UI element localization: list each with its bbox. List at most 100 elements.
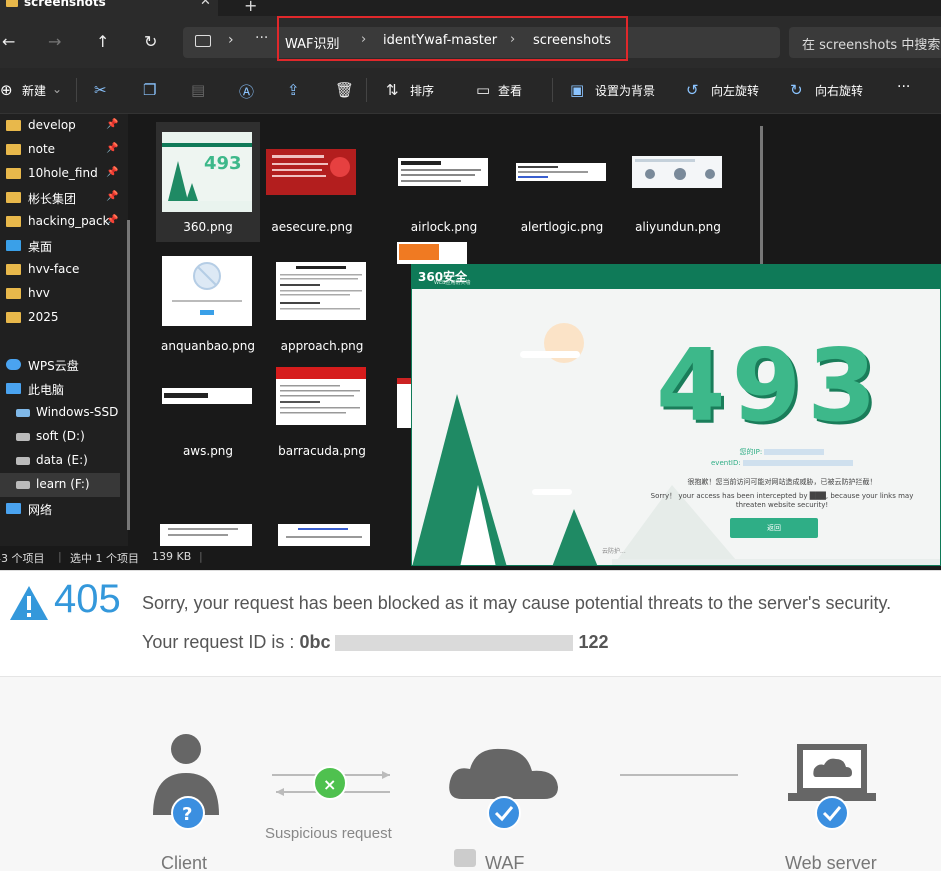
file-name: aesecure.png <box>271 220 353 234</box>
chevron-down-icon[interactable]: ⌄ <box>52 82 62 96</box>
drive-icon <box>16 409 30 417</box>
cloud-icon <box>6 359 21 370</box>
sort-icon[interactable]: ⇅ <box>386 81 399 99</box>
warning-icon <box>10 586 48 620</box>
image-thumbnail <box>162 251 252 331</box>
back-button[interactable]: 返回 <box>730 518 818 538</box>
sidebar-item-label: soft (D:) <box>36 429 85 443</box>
sidebar-item-desktop[interactable]: 桌面 <box>0 234 128 258</box>
new-button[interactable]: 新建 <box>22 82 46 99</box>
file-item[interactable]: aliyundun.png <box>626 122 730 242</box>
redacted-value <box>335 635 574 652</box>
sidebar-item-data-e[interactable]: data (E:) <box>0 449 128 473</box>
file-item[interactable]: barracuda.png <box>270 346 374 466</box>
rotate-left-icon[interactable]: ↺ <box>686 81 699 99</box>
set-background-button[interactable]: 设置为背景 <box>595 82 655 99</box>
close-tab-button[interactable]: ✕ <box>200 0 211 9</box>
sidebar-item-label: note <box>28 142 56 156</box>
waf-360-screenshot: 360安全 WEB应用防火墙 493 您的IP: eventID: 很抱歉！您当… <box>411 264 941 566</box>
sidebar-item-windows-ssd[interactable]: Windows-SSD <box>0 401 128 425</box>
sidebar-item-hvv[interactable]: hvv <box>0 282 128 306</box>
forward-icon[interactable]: → <box>48 32 61 51</box>
rotate-right-button[interactable]: 向右旋转 <box>815 82 863 99</box>
chevron-right-icon[interactable]: › <box>228 32 234 48</box>
event-id-row: eventID: <box>642 459 922 467</box>
sidebar-item-hvv-face[interactable]: hvv-face <box>0 258 128 282</box>
tab-screenshots[interactable]: screenshots ✕ <box>0 0 218 16</box>
sidebar-item-label: 2025 <box>28 310 59 324</box>
svg-text:?: ? <box>182 804 192 825</box>
thumbnail-aliyundun <box>632 156 722 188</box>
item-count: 43 个项目 <box>0 552 45 565</box>
file-name: alertlogic.png <box>520 220 604 234</box>
cut-icon[interactable]: ✂ <box>94 81 107 99</box>
sidebar-item-label: 桌面 <box>28 240 53 254</box>
sidebar-item-develop[interactable]: develop 📌 <box>0 114 128 138</box>
sidebar-item-label: 此电脑 <box>28 383 65 397</box>
sidebar-item-binchang[interactable]: 彬长集团 📌 <box>0 186 128 210</box>
folder-icon <box>6 288 21 299</box>
sidebar-item-soft-d[interactable]: soft (D:) <box>0 425 128 449</box>
folder-icon <box>6 192 21 203</box>
copy-icon[interactable]: ❐ <box>143 81 156 99</box>
pin-icon: 📌 <box>106 167 119 178</box>
file-name: aliyundun.png <box>635 220 721 234</box>
new-tab-button[interactable]: + <box>244 0 257 15</box>
sidebar-item-this-pc[interactable]: 此电脑 <box>0 377 128 401</box>
file-item[interactable]: airlock.png <box>392 122 496 242</box>
sidebar-item-2025[interactable]: 2025 <box>0 306 128 330</box>
add-icon[interactable]: ⊕ <box>0 81 13 99</box>
rotate-right-icon[interactable]: ↻ <box>790 81 803 99</box>
rename-icon[interactable]: Ⓐ <box>239 81 254 102</box>
file-item[interactable]: aesecure.png <box>260 122 364 242</box>
image-thumbnail <box>516 132 606 212</box>
toolbar-divider <box>552 78 553 102</box>
sidebar-item-label: 10hole_find <box>28 166 98 180</box>
sidebar-item-network[interactable]: 网络 <box>0 497 128 521</box>
share-icon[interactable]: ⇪ <box>287 81 300 99</box>
sidebar-item-hacking-pack[interactable]: hacking_pack 📌 <box>0 210 128 234</box>
sidebar-item-label: develop <box>28 118 76 132</box>
tab-title: screenshots <box>24 0 106 9</box>
file-item[interactable]: approach.png <box>270 241 374 361</box>
sidebar-item-note[interactable]: note 📌 <box>0 138 128 162</box>
sidebar-item-label: WPS云盘 <box>28 359 79 373</box>
network-icon <box>6 503 21 514</box>
rotate-left-button[interactable]: 向左旋转 <box>711 82 759 99</box>
back-icon[interactable]: ← <box>2 32 15 51</box>
more-icon[interactable]: ··· <box>255 30 268 46</box>
view-icon[interactable]: ▭ <box>476 81 490 99</box>
search-placeholder: 在 screenshots 中搜索 <box>802 38 941 53</box>
view-button[interactable]: 查看 <box>498 82 522 99</box>
sidebar-item-label: hvv <box>28 286 50 300</box>
file-item[interactable]: 493 360.png <box>156 122 260 242</box>
computer-icon <box>6 383 21 394</box>
search-input[interactable]: 在 screenshots 中搜索 <box>789 27 941 58</box>
refresh-icon[interactable]: ↻ <box>144 32 157 51</box>
client-ip-row: 您的IP: <box>642 447 922 457</box>
folder-icon <box>6 120 21 131</box>
selected-size: 139 KB <box>152 550 192 563</box>
flow-diagram: ? × <box>153 734 876 867</box>
wallpaper-icon[interactable]: ▣ <box>570 81 584 99</box>
sidebar-item-label: learn (F:) <box>36 477 90 491</box>
thumbnail-360: 493 <box>162 143 252 201</box>
more-options-button[interactable]: ··· <box>897 79 910 95</box>
file-item[interactable]: aws.png <box>156 346 260 466</box>
web-server-label: Web server <box>785 853 877 871</box>
svg-text:×: × <box>323 775 336 794</box>
sidebar-item-wps-cloud[interactable]: WPS云盘 <box>0 353 128 377</box>
sort-button[interactable]: 排序 <box>410 82 434 99</box>
block-diagram: ? × Client Suspicious request WAF Web se… <box>0 677 941 871</box>
file-item[interactable]: alertlogic.png <box>510 122 614 242</box>
sidebar-item-label: hacking_pack <box>28 214 110 228</box>
drive-icon <box>16 433 30 441</box>
up-icon[interactable]: ↑ <box>96 32 109 51</box>
image-thumbnail <box>632 132 722 212</box>
file-item[interactable]: anquanbao.png <box>156 241 260 361</box>
sidebar-item-label: Windows-SSD <box>36 405 119 419</box>
sidebar-item-learn-f[interactable]: learn (F:) <box>0 473 120 497</box>
sidebar-item-10hole-find[interactable]: 10hole_find 📌 <box>0 162 128 186</box>
paste-icon[interactable]: ▤ <box>191 81 205 99</box>
delete-icon[interactable]: 🗑 <box>335 81 354 99</box>
